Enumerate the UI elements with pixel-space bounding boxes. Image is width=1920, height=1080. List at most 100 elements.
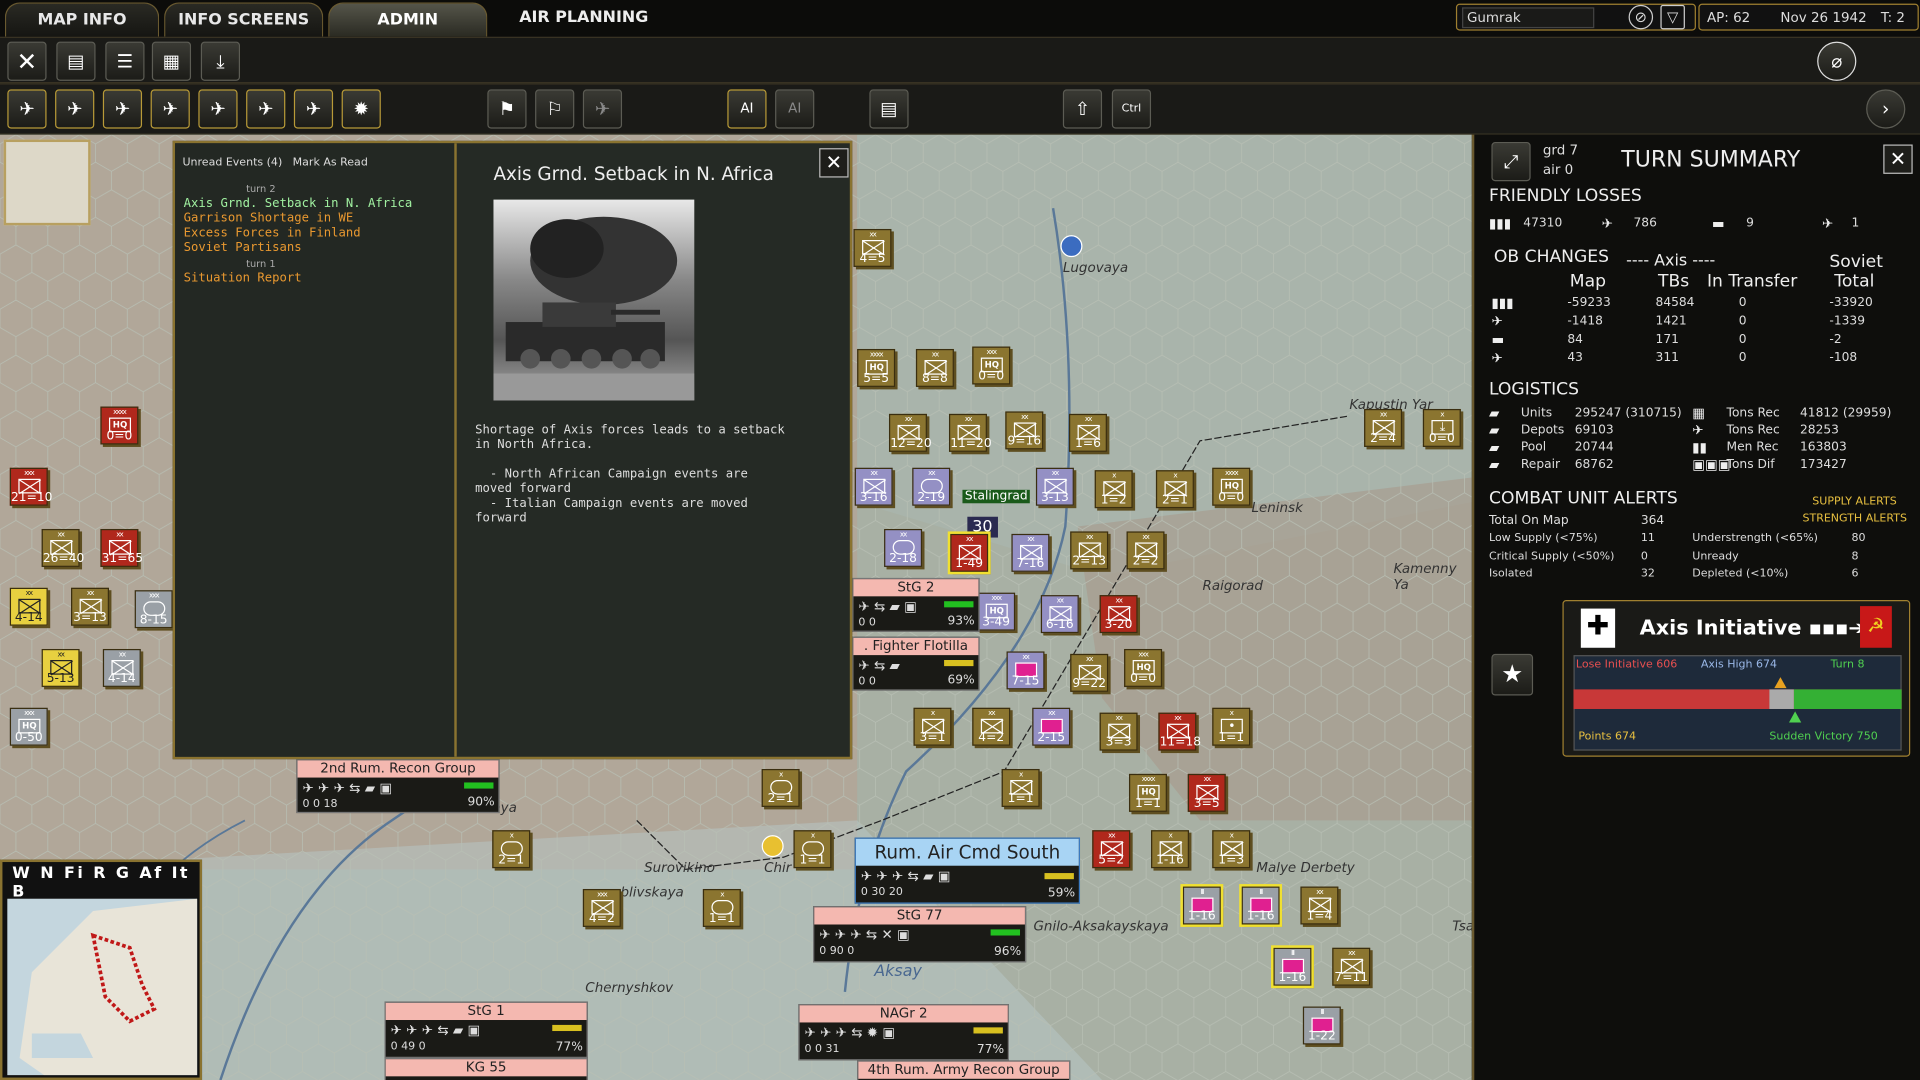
unit-counter[interactable]: x 2=1 (492, 830, 531, 869)
unit-counter[interactable]: xx 1=6 (1068, 413, 1107, 452)
unit-counter[interactable]: xx 5-13 (41, 648, 80, 687)
unit-counter[interactable]: xx 31=65 (100, 528, 143, 567)
unit-counter[interactable]: xx 4-14 (9, 587, 48, 626)
star-icon[interactable]: ★ (1491, 653, 1534, 696)
close-summary-button[interactable]: ✕ (1883, 144, 1913, 174)
air-sweep-icon[interactable]: ✈ (246, 89, 286, 129)
unit-counter[interactable]: x ⤓ 0=0 (1422, 408, 1461, 447)
strength-alerts-link[interactable]: STRENGTH ALERTS (1802, 513, 1907, 525)
unit-counter[interactable]: xx 3-20 (1099, 595, 1138, 634)
supply-alerts-link[interactable]: SUPPLY ALERTS (1812, 496, 1896, 508)
unit-counter[interactable]: x 1=1 (793, 830, 832, 869)
air-group-panel[interactable]: StG 1 ✈ ✈ ✈ ⇆ ▰ ▣ 0 49 0 77% (384, 1001, 588, 1058)
air-group-panel[interactable]: 2nd Rum. Recon Group ✈ ✈ ✈ ⇆ ▰ ▣ 0 0 18 … (296, 759, 500, 814)
unit-counter[interactable]: xx 4-14 (102, 648, 141, 687)
unit-counter[interactable]: xx 2=13 (1070, 531, 1109, 570)
air-group-panel[interactable]: . Fighter Flotilla ✈ ⇆ ▰ 0 0 69% (852, 636, 980, 691)
location-input[interactable] (1462, 7, 1595, 29)
unit-counter[interactable]: xx 9=16 (1005, 411, 1044, 450)
mark-as-read-button[interactable]: Mark As Read (293, 157, 368, 169)
expand-icon[interactable]: ⤢ (1491, 142, 1531, 182)
air-transfer-icon[interactable]: ⚐ (535, 89, 575, 129)
airbase-icon[interactable] (761, 835, 784, 858)
minimap[interactable] (7, 898, 198, 1076)
event-item[interactable]: Excess Forces in Finland (184, 227, 361, 240)
unit-counter[interactable]: xx 3=3 (1099, 712, 1138, 751)
unit-counter[interactable]: xx 8=8 (915, 348, 954, 387)
ai-icon[interactable]: AI (727, 89, 767, 129)
air-disband-icon[interactable]: ✈ (582, 89, 623, 129)
event-item[interactable]: Situation Report (184, 272, 302, 285)
event-item[interactable]: Garrison Shortage in WE (184, 212, 354, 225)
unit-counter[interactable]: xxx 4=2 (582, 888, 621, 927)
unit-counter[interactable]: xx 2=4 (1364, 408, 1403, 447)
unit-counter-selected[interactable]: xx 1-49 (947, 531, 991, 575)
unit-counter[interactable]: xx 3=5 (1187, 773, 1226, 812)
unit-counter[interactable]: x 1=2 (1094, 470, 1133, 509)
unit-counter[interactable]: xx 9=22 (1070, 653, 1109, 692)
compass-icon[interactable]: ⌀ (1817, 41, 1857, 81)
unit-counter[interactable]: xx 5=2 (1092, 830, 1131, 869)
unit-counter[interactable]: xx 3-16 (854, 467, 893, 506)
unit-counter[interactable]: xxx 21=10 (9, 467, 52, 506)
unit-counter[interactable]: x 2=1 (1155, 470, 1194, 509)
unit-counter[interactable]: xx 3=13 (71, 587, 109, 626)
tab-info-screens[interactable]: INFO SCREENS (164, 2, 324, 37)
air-ground-icon[interactable]: ✹ (341, 89, 381, 129)
airbase-icon[interactable] (1060, 235, 1083, 258)
unit-counter[interactable]: xx 7-16 (1011, 533, 1050, 572)
unit-counter[interactable]: xx 11=20 (948, 413, 992, 452)
unit-counter[interactable]: xx 2-15 (1032, 707, 1071, 746)
event-item[interactable]: Soviet Partisans (184, 241, 302, 254)
unit-counter[interactable]: xxx HQ 0-50 (9, 707, 48, 746)
unit-counter[interactable]: xxx 8-15 (134, 590, 173, 629)
unit-counter[interactable]: xx 3-13 (1035, 467, 1074, 506)
ai-off-icon[interactable]: AI (775, 89, 815, 129)
airbase-list-icon[interactable]: ▤ (869, 89, 909, 129)
air-base-icon[interactable]: ⚑ (487, 89, 527, 129)
grid-icon[interactable]: ▦ (151, 41, 192, 81)
tab-admin[interactable]: ADMIN (328, 2, 488, 37)
unit-counter[interactable]: xxx HQ 0=0 (1124, 648, 1163, 687)
air-group-panel[interactable]: NAGr 2 ✈ ✈ ✈ ⇆ ✹ ▣ 0 0 31 77% (798, 1004, 1009, 1061)
unit-counter[interactable]: xxx HQ 3-49 (977, 592, 1016, 631)
upload-icon[interactable]: ⇧ (1062, 89, 1103, 129)
air-no-icon[interactable]: ✈ (7, 89, 47, 129)
unit-counter[interactable]: x 1=1 (702, 888, 741, 927)
air-strike-icon[interactable]: ✈ (102, 89, 143, 129)
unit-counter[interactable]: xx 6-16 (1040, 595, 1079, 634)
unit-counter[interactable]: xx 2-18 (884, 528, 923, 567)
unit-counter[interactable]: xx 7-15 (1006, 651, 1045, 690)
unit-counter[interactable]: xx 12=20 (888, 413, 932, 452)
unit-counter[interactable]: xx 1=4 (1300, 886, 1339, 925)
air-group-panel[interactable]: StG 77 ✈ ✈ ✈ ⇆ ✕ ▣ 0 90 0 96% (813, 906, 1027, 963)
air-group-panel-selected[interactable]: Rum. Air Cmd South ✈ ✈ ✈ ⇆ ▰ ▣ 0 30 20 5… (854, 837, 1081, 904)
unit-counter[interactable]: x 1-16 (1151, 830, 1189, 869)
unit-list-icon[interactable]: ▤ (56, 41, 96, 81)
unit-counter[interactable]: xx 2-19 (912, 467, 951, 506)
air-group-panel[interactable]: KG 55 (384, 1057, 588, 1080)
air-ship-icon[interactable]: ✈ (293, 89, 334, 129)
unit-counter[interactable]: xx 4=5 (853, 228, 892, 267)
unit-counter[interactable]: xx 4=2 (972, 707, 1011, 746)
minimap-theater-tabs[interactable]: W N Fi R G Af It B (12, 864, 199, 901)
unit-counter[interactable]: xx 7=11 (1332, 947, 1371, 986)
unit-counter[interactable]: x 2=1 (761, 768, 800, 807)
unit-counter[interactable]: xx 26=40 (41, 528, 84, 567)
unit-counter[interactable]: xxxx HQ 0=0 (1212, 467, 1251, 506)
close-icon[interactable]: ✕ (7, 41, 47, 81)
unit-counter[interactable]: xxx HQ 0=0 (972, 346, 1011, 385)
unit-counter[interactable]: x 1=1 (1001, 768, 1040, 807)
no-slash-icon[interactable]: ⊘ (1628, 4, 1654, 30)
unit-counter[interactable]: x • 1=1 (1212, 707, 1251, 746)
stalingrad-label[interactable]: Stalingrad (962, 489, 1031, 504)
close-events-button[interactable]: ✕ (819, 148, 849, 178)
unit-counter[interactable]: x 1=3 (1212, 830, 1251, 869)
unit-counter[interactable]: xx 11=18 (1158, 712, 1201, 751)
next-arrow-icon[interactable]: › (1866, 89, 1906, 129)
unit-counter[interactable]: III 1-22 (1302, 1006, 1341, 1045)
air-rail-icon[interactable]: ✈ (198, 89, 238, 129)
unit-counter[interactable]: III 1-16 (1180, 884, 1224, 927)
tab-map-info[interactable]: MAP INFO (4, 2, 160, 37)
save-icon[interactable]: ⤓ (200, 41, 241, 81)
